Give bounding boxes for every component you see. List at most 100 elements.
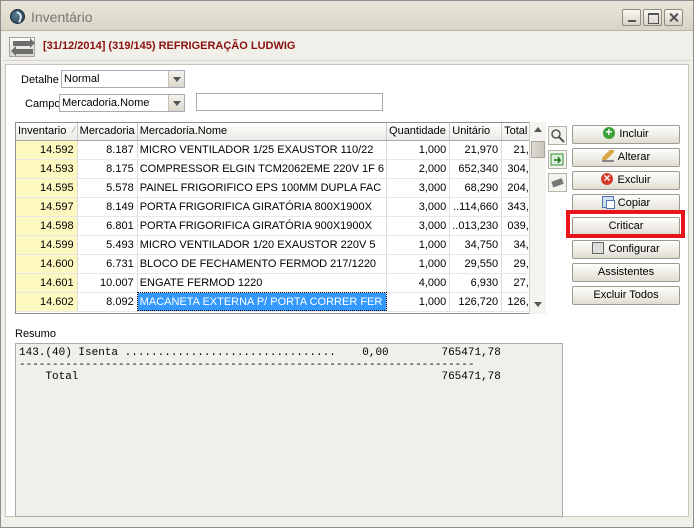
cell-inventario[interactable]: 14.599 — [16, 235, 78, 255]
cell-mercadoria-nome[interactable]: BLOCO DE FECHAMENTO FERMOD 217/1220 — [137, 254, 388, 274]
cell-unitario[interactable]: 34,750 — [449, 235, 503, 255]
cell-mercadoria-nome[interactable]: PORTA FRIGORIFICA GIRATÓRIA 800X1900X — [137, 197, 388, 217]
cell-mercadoria-nome[interactable]: MACANETA EXTERNA P/ PORTA CORRER FER — [137, 292, 388, 312]
sort-icon: ⁄ — [73, 125, 75, 136]
minimize-button[interactable] — [622, 9, 641, 26]
cell-mercadoria[interactable]: 5.493 — [77, 235, 138, 255]
cell-unitario[interactable]: 21,970 — [449, 140, 503, 160]
cell-mercadoria[interactable]: 8.187 — [77, 140, 138, 160]
cell-mercadoria-nome[interactable]: PORTA FRIGORIFICA GIRATÓRIA 900X1900X — [137, 216, 388, 236]
table-row[interactable]: 14.593 8.175 COMPRESSOR ELGIN TCM2062EME 2… — [16, 159, 545, 179]
add-icon — [603, 124, 616, 141]
grid-scrollbar[interactable] — [529, 122, 546, 314]
cell-inventario[interactable]: 14.597 — [16, 197, 78, 217]
close-button[interactable] — [664, 9, 683, 26]
table-row[interactable]: 14.597 8.149 PORTA FRIGORIFICA GIRATÓRIA 8… — [16, 197, 545, 217]
scroll-thumb[interactable] — [531, 141, 545, 158]
company-title: [31/12/2014] (319/145) REFRIGERAÇÃO LUDW… — [43, 40, 296, 52]
inventario-window: Inventário [31/12/2014] (319/145) REFRIG… — [0, 0, 694, 528]
cell-mercadoria-nome[interactable]: PAINEL FRIGORIFICO EPS 100MM DUPLA FAC — [137, 178, 388, 198]
cell-mercadoria[interactable]: 8.175 — [77, 159, 138, 179]
cell-quantidade[interactable]: 2,000 — [386, 159, 451, 179]
campo-label: Campo — [25, 98, 61, 110]
cell-inventario[interactable]: 14.598 — [16, 216, 78, 236]
cell-unitario[interactable]: 652,340 — [449, 159, 503, 179]
configurar-button[interactable]: Configurar — [572, 240, 680, 259]
scroll-up-icon[interactable] — [530, 122, 546, 139]
cell-unitario[interactable]: 68,290 — [449, 178, 503, 198]
chevron-down-icon[interactable] — [168, 95, 184, 111]
cell-unitario[interactable]: ..013,230 — [449, 216, 503, 236]
cell-mercadoria-nome[interactable]: MICRO VENTILADOR 1/20 EXAUSTOR 220V 5 — [137, 235, 388, 255]
maximize-button[interactable] — [643, 9, 662, 26]
cell-quantidade[interactable]: 1,000 — [386, 292, 451, 312]
grid-body: 14.592 8.187 MICRO VENTILADOR 1/25 EXAUSTO… — [16, 140, 545, 312]
cell-mercadoria[interactable]: 10.007 — [77, 273, 138, 293]
cell-quantidade[interactable]: 4,000 — [386, 273, 451, 293]
cell-inventario[interactable]: 14.600 — [16, 254, 78, 274]
assistentes-label: Assistentes — [597, 266, 655, 278]
table-row[interactable]: 14.595 5.578 PAINEL FRIGORIFICO EPS 100MM … — [16, 178, 545, 198]
table-row[interactable]: 14.598 6.801 PORTA FRIGORIFICA GIRATÓRIA 9… — [16, 216, 545, 236]
search-input[interactable] — [196, 93, 383, 111]
cell-unitario[interactable]: 29,550 — [449, 254, 503, 274]
eraser-tool-icon[interactable] — [548, 173, 567, 192]
delete-icon — [601, 170, 614, 187]
cell-inventario[interactable]: 14.592 — [16, 140, 78, 160]
cell-inventario[interactable]: 14.595 — [16, 178, 78, 198]
cell-quantidade[interactable]: 1,000 — [386, 235, 451, 255]
cell-quantidade[interactable]: 1,000 — [386, 254, 451, 274]
zoom-tool-icon[interactable] — [548, 126, 567, 145]
cell-mercadoria-nome[interactable]: COMPRESSOR ELGIN TCM2062EME 220V 1F 6 — [137, 159, 388, 179]
col-header-unitario[interactable]: Unitário — [449, 123, 503, 141]
col-header-mercadoria-nome[interactable]: Mercadoria.Nome — [137, 123, 388, 141]
table-row[interactable]: 14.600 6.731 BLOCO DE FECHAMENTO FERMOD 21… — [16, 254, 545, 274]
swap-arrows-icon[interactable] — [9, 37, 35, 57]
cell-mercadoria[interactable]: 8.092 — [77, 292, 138, 312]
export-tool-icon[interactable] — [548, 150, 567, 169]
chevron-down-icon[interactable] — [168, 71, 184, 87]
cell-quantidade[interactable]: 3,000 — [386, 178, 451, 198]
scroll-down-icon[interactable] — [530, 296, 546, 313]
configurar-label: Configurar — [608, 243, 660, 255]
cell-mercadoria-nome[interactable]: MICRO VENTILADOR 1/25 EXAUSTOR 110/22 — [137, 140, 388, 160]
excluir-todos-button[interactable]: Excluir Todos — [572, 286, 680, 305]
cell-mercadoria[interactable]: 6.801 — [77, 216, 138, 236]
campo-value: Mercadoria.Nome — [62, 97, 150, 109]
cell-unitario[interactable]: ..114,660 — [449, 197, 503, 217]
campo-select[interactable]: Mercadoria.Nome — [59, 94, 185, 112]
cell-unitario[interactable]: 126,720 — [449, 292, 503, 312]
cell-inventario[interactable]: 14.601 — [16, 273, 78, 293]
table-row[interactable]: 14.592 8.187 MICRO VENTILADOR 1/25 EXAUSTO… — [16, 140, 545, 160]
cell-mercadoria-nome[interactable]: ENGATE FERMOD 1220 — [137, 273, 388, 293]
cell-mercadoria[interactable]: 6.731 — [77, 254, 138, 274]
assistentes-button[interactable]: Assistentes — [572, 263, 680, 282]
excluir-button[interactable]: Excluir — [572, 170, 680, 190]
cell-mercadoria[interactable]: 8.149 — [77, 197, 138, 217]
cell-inventario[interactable]: 14.593 — [16, 159, 78, 179]
detalhe-select[interactable]: Normal — [61, 70, 185, 88]
cell-quantidade[interactable]: 1,000 — [386, 140, 451, 160]
col-header-quantidade[interactable]: Quantidade — [386, 123, 451, 141]
col-header-mercadoria[interactable]: Mercadoria — [77, 123, 138, 141]
table-row[interactable]: 14.601 10.007 ENGATE FERMOD 1220 4,000 6,930… — [16, 273, 545, 293]
table-row[interactable]: 14.602 8.092 MACANETA EXTERNA P/ PORTA COR… — [16, 292, 545, 312]
incluir-button[interactable]: Incluir — [572, 124, 680, 144]
title-bar: Inventário — [1, 1, 693, 31]
cell-unitario[interactable]: 6,930 — [449, 273, 503, 293]
criticar-highlight — [566, 210, 685, 238]
app-logo-icon — [10, 9, 25, 24]
cell-quantidade[interactable]: 3,000 — [386, 216, 451, 236]
col-header-label: Inventario — [18, 125, 67, 138]
cell-mercadoria[interactable]: 5.578 — [77, 178, 138, 198]
cell-inventario[interactable]: 14.602 — [16, 292, 78, 312]
table-row[interactable]: 14.599 5.493 MICRO VENTILADOR 1/20 EXAUSTO… — [16, 235, 545, 255]
cell-quantidade[interactable]: 3,000 — [386, 197, 451, 217]
resumo-line: 143.(40) Isenta ........................… — [19, 347, 501, 359]
incluir-label: Incluir — [619, 128, 649, 140]
magnifier-icon — [551, 129, 565, 143]
inventory-grid[interactable]: Inventario ⁄ Mercadoria Mercadoria.Nome Q… — [15, 122, 546, 314]
pencil-icon — [601, 150, 614, 162]
col-header-inventario[interactable]: Inventario ⁄ — [16, 123, 78, 141]
alterar-button[interactable]: Alterar — [572, 148, 680, 167]
